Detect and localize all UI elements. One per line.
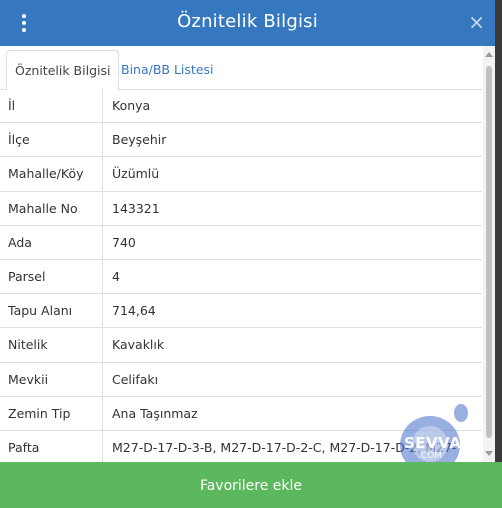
attr-value: Konya bbox=[112, 98, 151, 113]
table-row: Tapu Alanı 714,64 bbox=[0, 294, 482, 329]
attr-key: Parsel bbox=[0, 259, 103, 294]
scroll-up-arrow-icon[interactable] bbox=[485, 52, 493, 57]
scroll-thumb[interactable] bbox=[486, 66, 492, 438]
attr-value: 143321 bbox=[112, 200, 160, 216]
attribute-info-panel: Öznitelik Bilgisi × Öznitelik Bilgisi Bi… bbox=[0, 0, 495, 508]
attr-key: Mahalle No bbox=[0, 191, 103, 225]
attr-key: Nitelik bbox=[0, 328, 103, 362]
close-icon[interactable]: × bbox=[468, 10, 485, 34]
attr-value: Beyşehir bbox=[112, 132, 167, 148]
table-row: İl Konya bbox=[0, 89, 482, 124]
add-to-favorites-button[interactable]: Favorilere ekle bbox=[0, 462, 502, 508]
table-row: Nitelik Kavaklık bbox=[0, 328, 482, 363]
tab-attribute-info[interactable]: Öznitelik Bilgisi bbox=[6, 50, 120, 91]
watermark-sub: .COM bbox=[418, 451, 442, 461]
attr-value: Kavaklık bbox=[112, 337, 165, 353]
attr-key: Mevkii bbox=[0, 362, 103, 396]
vertical-scrollbar[interactable] bbox=[483, 46, 495, 462]
attr-key: Tapu Alanı bbox=[0, 294, 103, 328]
table-row: Mevkii Celifakı bbox=[0, 362, 482, 397]
attr-key: Pafta bbox=[0, 430, 103, 465]
table-row: Mahalle/Köy Üzümlü bbox=[0, 157, 482, 192]
table-row: Mahalle No 143321 bbox=[0, 191, 482, 226]
attr-key: İlçe bbox=[0, 123, 103, 157]
attr-value: 714,64 bbox=[112, 303, 156, 319]
attr-value: Üzümlü bbox=[112, 166, 160, 182]
panel-header: Öznitelik Bilgisi × bbox=[0, 0, 495, 46]
attr-key: Mahalle/Köy bbox=[0, 157, 103, 191]
tab-building-list[interactable]: Bina/BB Listesi bbox=[113, 50, 222, 91]
tab-bar: Öznitelik Bilgisi Bina/BB Listesi bbox=[0, 46, 482, 91]
table-row: İlçe Beyşehir bbox=[0, 123, 482, 158]
table-row: Parsel 4 bbox=[0, 259, 482, 295]
attr-value: 740 bbox=[112, 234, 136, 250]
attr-key: Zemin Tip bbox=[0, 396, 103, 430]
scroll-down-arrow-icon[interactable] bbox=[485, 451, 493, 456]
table-row: Ada 740 bbox=[0, 225, 482, 260]
watermark-bubble bbox=[454, 404, 468, 422]
attr-key: Ada bbox=[0, 225, 103, 259]
attr-value: 4 bbox=[112, 268, 120, 284]
attr-key: İl bbox=[0, 89, 103, 123]
attr-value: Celifakı bbox=[112, 371, 159, 387]
panel-title: Öznitelik Bilgisi bbox=[177, 11, 318, 32]
watermark-brand: SEVVAL bbox=[404, 434, 472, 452]
